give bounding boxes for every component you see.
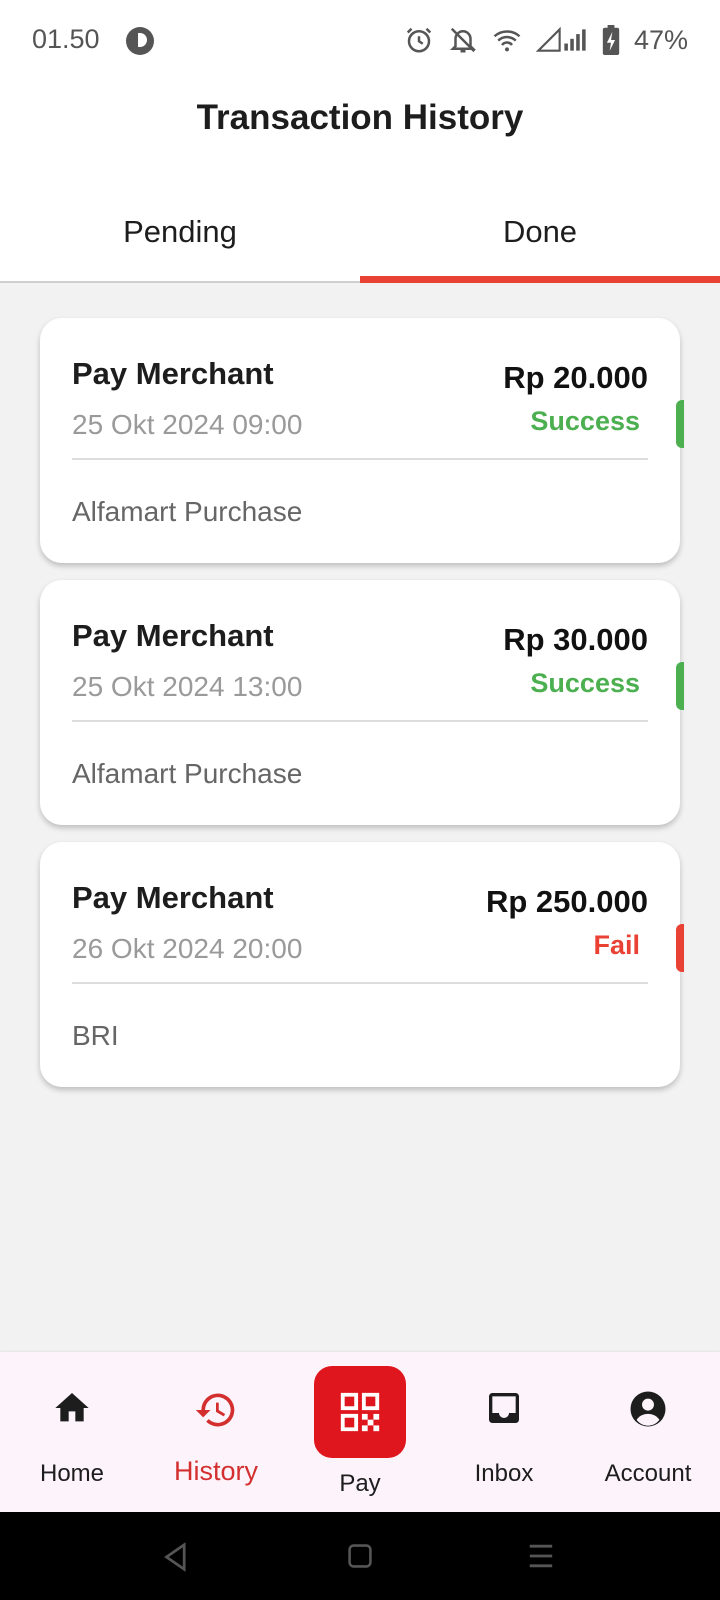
signal-icon bbox=[535, 26, 586, 52]
app-notification-icon bbox=[126, 27, 154, 55]
status-bar: 01.50 47% bbox=[0, 0, 720, 82]
card-divider bbox=[72, 458, 648, 460]
transaction-amount: Rp 250.000 bbox=[486, 884, 648, 919]
tab-done[interactable]: Done bbox=[360, 198, 720, 283]
transaction-amount: Rp 20.000 bbox=[503, 360, 648, 395]
transaction-description: Alfamart Purchase bbox=[72, 496, 303, 527]
nav-history[interactable]: History bbox=[144, 1352, 288, 1512]
home-icon bbox=[55, 1393, 89, 1422]
transaction-card[interactable]: Pay Merchant 25 Okt 2024 09:00 Rp 20.000… bbox=[40, 318, 684, 563]
nav-pay-label: Pay bbox=[339, 1470, 381, 1497]
qr-code-icon bbox=[340, 1392, 380, 1432]
transaction-status: Success bbox=[530, 406, 640, 436]
status-indicator bbox=[676, 662, 684, 710]
nav-account[interactable]: Account bbox=[576, 1352, 720, 1512]
page-title: Transaction History bbox=[196, 98, 524, 137]
nav-history-label: History bbox=[173, 1456, 258, 1486]
recents-menu-icon[interactable] bbox=[527, 1542, 555, 1570]
transaction-card[interactable]: Pay Merchant 25 Okt 2024 13:00 Rp 30.000… bbox=[40, 580, 684, 825]
nav-inbox-label: Inbox bbox=[474, 1460, 534, 1487]
app-header: Transaction History bbox=[0, 82, 720, 198]
pay-button[interactable] bbox=[314, 1366, 406, 1458]
card-divider bbox=[72, 982, 648, 984]
status-icons: 47% bbox=[404, 22, 688, 58]
home-nav-icon[interactable] bbox=[347, 1542, 373, 1570]
bottom-navigation: Home History Pay Inbox Account bbox=[0, 1352, 720, 1512]
nav-account-label: Account bbox=[604, 1460, 692, 1487]
screen: 01.50 47% Transaction History Pending Do… bbox=[0, 0, 720, 1600]
battery-percentage: 47% bbox=[633, 24, 688, 55]
history-icon bbox=[195, 1393, 235, 1427]
transaction-type: Pay Merchant bbox=[72, 356, 274, 391]
transaction-date: 25 Okt 2024 09:00 bbox=[72, 409, 303, 440]
inbox-icon bbox=[489, 1393, 519, 1423]
wifi-icon bbox=[493, 30, 521, 52]
nav-inbox[interactable]: Inbox bbox=[432, 1352, 576, 1512]
card-divider bbox=[72, 720, 648, 722]
transaction-type: Pay Merchant bbox=[72, 618, 274, 653]
nav-pay[interactable]: Pay bbox=[288, 1352, 432, 1512]
status-time: 01.50 bbox=[32, 24, 100, 54]
transaction-status: Success bbox=[530, 668, 640, 698]
transaction-card[interactable]: Pay Merchant 26 Okt 2024 20:00 Rp 250.00… bbox=[40, 842, 684, 1087]
transaction-date: 26 Okt 2024 20:00 bbox=[72, 933, 303, 964]
back-icon[interactable] bbox=[162, 1542, 190, 1572]
transaction-type: Pay Merchant bbox=[72, 880, 274, 915]
alarm-icon bbox=[406, 27, 432, 53]
transaction-description: BRI bbox=[72, 1020, 119, 1051]
tab-pending[interactable]: Pending bbox=[0, 198, 360, 281]
nav-home[interactable]: Home bbox=[0, 1352, 144, 1512]
battery-charging-icon bbox=[602, 25, 620, 55]
account-icon bbox=[630, 1391, 666, 1427]
status-indicator bbox=[676, 924, 684, 972]
status-indicator bbox=[676, 400, 684, 448]
system-navigation-bar bbox=[0, 1512, 720, 1600]
nav-home-label: Home bbox=[39, 1460, 105, 1487]
transaction-date: 25 Okt 2024 13:00 bbox=[72, 671, 303, 702]
transaction-status: Fail bbox=[593, 930, 640, 960]
transaction-amount: Rp 30.000 bbox=[503, 622, 648, 657]
notifications-off-icon bbox=[449, 27, 476, 53]
tab-bar: Pending Done bbox=[0, 198, 720, 283]
transaction-description: Alfamart Purchase bbox=[72, 758, 303, 789]
